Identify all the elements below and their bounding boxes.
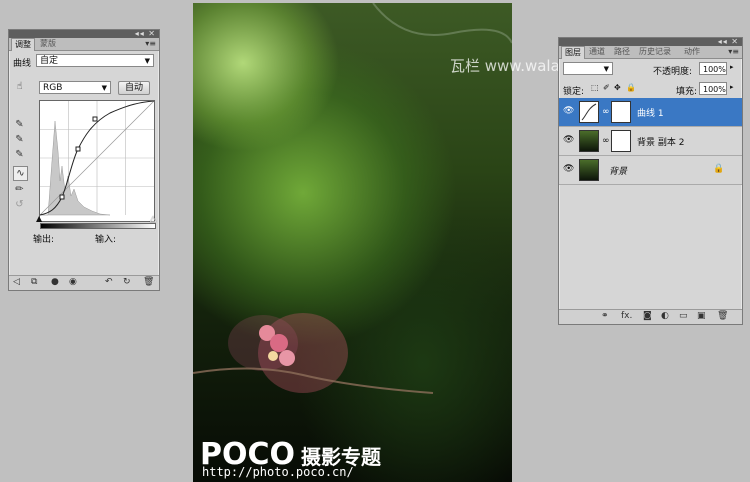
curve-point-icon[interactable]: ∿ <box>13 166 28 181</box>
lock-icon: 🔒 <box>713 164 725 174</box>
curves-graph[interactable] <box>39 100 155 222</box>
gray-eyedropper-icon[interactable]: ✎ <box>13 133 26 146</box>
clip-layer-icon[interactable]: ● <box>51 277 59 287</box>
new-layer-icon[interactable]: ▣ <box>697 311 706 321</box>
tab-channels[interactable]: 通道 <box>586 46 608 58</box>
layers-bottom-bar: ⚭ fx. ◙ ◐ ▭ ▣ 🗑 <box>559 309 742 324</box>
curves-adjustment-icon <box>579 101 599 123</box>
lock-transparency-icon[interactable]: ⬚ <box>591 83 599 92</box>
gradient-bar <box>40 223 156 229</box>
panel-menu-icon[interactable]: ▾≡ <box>728 47 739 56</box>
preset-value: 自定 <box>40 56 59 66</box>
adjust-bottom-bar: ◁ ⧉ ● ◉ ↶ ↻ 🗑 <box>9 275 159 290</box>
curve-node[interactable] <box>59 194 65 200</box>
preset-select[interactable]: 自定 ▼ <box>36 54 154 67</box>
expand-view-icon[interactable]: ⧉ <box>31 277 37 287</box>
opacity-arrow-icon[interactable]: ▸ <box>730 63 734 71</box>
layer-row-background-copy[interactable]: 👁 ∞ 背景 副本 2 <box>559 127 742 156</box>
tab-actions[interactable]: 动作 <box>681 46 703 58</box>
smooth-icon[interactable]: ↺ <box>13 198 26 211</box>
eye-icon[interactable]: 👁 <box>563 135 574 145</box>
layer-thumbnail <box>579 159 599 181</box>
output-label: 输出: <box>33 235 55 245</box>
panel-menu-icon[interactable]: ▾≡ <box>145 39 156 48</box>
previous-state-icon[interactable]: ↶ <box>105 277 113 287</box>
layer-name: 曲线 1 <box>637 109 664 119</box>
pencil-icon[interactable]: ✏ <box>13 183 26 196</box>
opacity-input[interactable]: 100% <box>699 62 727 75</box>
chevron-down-icon: ▼ <box>603 65 609 73</box>
fill-input[interactable]: 100% <box>699 82 727 95</box>
link-layers-icon[interactable]: ⚭ <box>601 311 609 321</box>
layers-panel: ◂◂ ✕ 图层 通道 路径 历史记录 动作 ▾≡ ▼ 不透明度: 100% ▸ … <box>558 37 743 325</box>
adjustment-layer-icon[interactable]: ◐ <box>661 311 669 321</box>
hand-adjust-icon[interactable]: ☝ <box>13 80 26 93</box>
lock-pixels-icon[interactable]: ✐ <box>603 83 610 92</box>
white-point-slider[interactable]: △ <box>150 214 156 223</box>
trash-icon[interactable]: 🗑 <box>717 311 728 321</box>
fill-label: 填充: <box>676 87 698 97</box>
black-point-slider[interactable]: ▲ <box>36 214 42 223</box>
lock-all-icon[interactable]: 🔒 <box>626 83 636 92</box>
trash-icon[interactable]: 🗑 <box>143 277 154 287</box>
chain-link-icon[interactable]: ∞ <box>602 136 610 146</box>
lock-position-icon[interactable]: ✥ <box>614 83 621 92</box>
layer-name: 背景 <box>609 167 628 177</box>
layers-tabs: 图层 通道 路径 历史记录 动作 ▾≡ <box>559 46 742 59</box>
lock-label: 锁定: <box>563 87 585 97</box>
opacity-label: 不透明度: <box>653 67 693 77</box>
poco-url: http://photo.poco.cn/ <box>202 465 354 479</box>
tab-adjust[interactable]: 调整 <box>11 38 35 51</box>
curve-node[interactable] <box>92 116 98 122</box>
layer-row-curves[interactable]: 👁 ∞ 曲线 1 <box>559 98 742 127</box>
channel-select[interactable]: RGB ▼ <box>39 81 111 94</box>
collapse-icon[interactable]: ◂◂ ✕ <box>135 29 156 38</box>
curve-node[interactable] <box>75 146 81 152</box>
tab-paths[interactable]: 路径 <box>611 46 633 58</box>
blend-mode-select[interactable]: ▼ <box>563 62 613 75</box>
visibility-icon[interactable]: ◉ <box>69 277 77 287</box>
layers-titlebar[interactable]: ◂◂ ✕ <box>559 37 742 46</box>
chevron-down-icon: ▼ <box>101 84 107 92</box>
reset-icon[interactable]: ↻ <box>123 277 131 287</box>
white-eyedropper-icon[interactable]: ✎ <box>13 148 26 161</box>
layer-thumbnail <box>579 130 599 152</box>
eye-icon[interactable]: 👁 <box>563 164 574 174</box>
chain-link-icon[interactable]: ∞ <box>602 107 610 117</box>
eye-icon[interactable]: 👁 <box>563 106 574 116</box>
chevron-down-icon: ▼ <box>144 57 150 65</box>
auto-button[interactable]: 自动 <box>118 81 150 95</box>
adjust-tabs: 调整 蒙版 ▾≡ <box>9 38 159 51</box>
layer-mask-thumbnail[interactable] <box>611 101 631 123</box>
collapse-icon[interactable]: ◂◂ ✕ <box>718 37 739 46</box>
add-mask-icon[interactable]: ◙ <box>643 311 652 321</box>
layer-mask-thumbnail[interactable] <box>611 130 631 152</box>
layer-row-background[interactable]: 👁 背景 🔒 <box>559 156 742 185</box>
tab-history[interactable]: 历史记录 <box>636 46 674 58</box>
new-group-icon[interactable]: ▭ <box>679 311 688 321</box>
tab-mask[interactable]: 蒙版 <box>37 38 59 50</box>
fx-icon[interactable]: fx. <box>621 311 632 321</box>
adjustments-panel: ◂◂ ✕ 调整 蒙版 ▾≡ 曲线 自定 ▼ ☝ RGB ▼ 自动 ✎ ✎ ✎ ∿ ✏… <box>8 29 160 291</box>
channel-value: RGB <box>43 83 63 93</box>
input-label: 输入: <box>95 235 117 245</box>
black-eyedropper-icon[interactable]: ✎ <box>13 118 26 131</box>
panel-titlebar[interactable]: ◂◂ ✕ <box>9 29 159 38</box>
layer-name: 背景 副本 2 <box>637 138 685 148</box>
histogram <box>40 120 111 216</box>
fill-arrow-icon[interactable]: ▸ <box>730 83 734 91</box>
back-arrow-icon[interactable]: ◁ <box>13 277 20 287</box>
preset-label: 曲线 <box>13 59 32 69</box>
tab-layers[interactable]: 图层 <box>561 46 585 59</box>
